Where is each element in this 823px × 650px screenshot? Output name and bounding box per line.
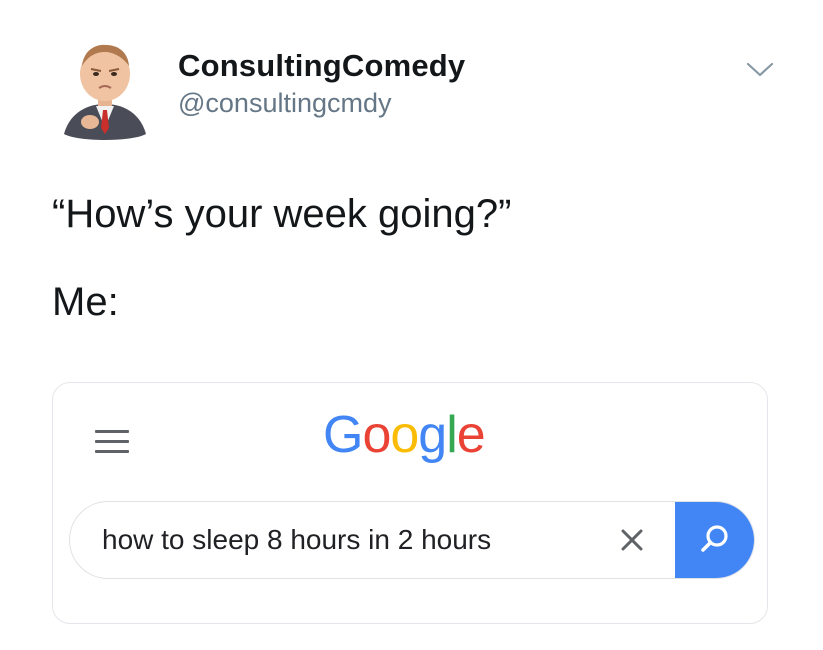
logo-letter-o1: o (362, 406, 391, 464)
close-icon[interactable] (618, 526, 646, 554)
search-button[interactable] (675, 502, 754, 578)
google-search-card: Google how to sleep 8 hours in 2 hours (52, 382, 768, 624)
tweet: ConsultingComedy @consultingcmdy “How’s … (0, 0, 823, 650)
display-name[interactable]: ConsultingComedy (178, 48, 465, 84)
tweet-text-line-2: Me: (52, 280, 119, 324)
logo-letter-l: l (446, 406, 458, 464)
logo-letter-g2: g (418, 406, 447, 464)
tweet-text-line-1: “How’s your week going?” (52, 192, 512, 236)
search-bar[interactable]: how to sleep 8 hours in 2 hours (69, 501, 755, 579)
user-handle[interactable]: @consultingcmdy (178, 88, 392, 119)
search-input[interactable]: how to sleep 8 hours in 2 hours (102, 524, 491, 556)
search-icon (701, 525, 728, 552)
hamburger-menu-icon[interactable] (95, 430, 129, 458)
avatar[interactable] (62, 38, 148, 142)
google-logo: Google (323, 405, 486, 465)
logo-letter-o2: o (390, 406, 419, 464)
logo-letter-g: G (323, 406, 363, 464)
logo-letter-e: e (456, 406, 486, 464)
chevron-down-icon[interactable] (745, 58, 775, 80)
